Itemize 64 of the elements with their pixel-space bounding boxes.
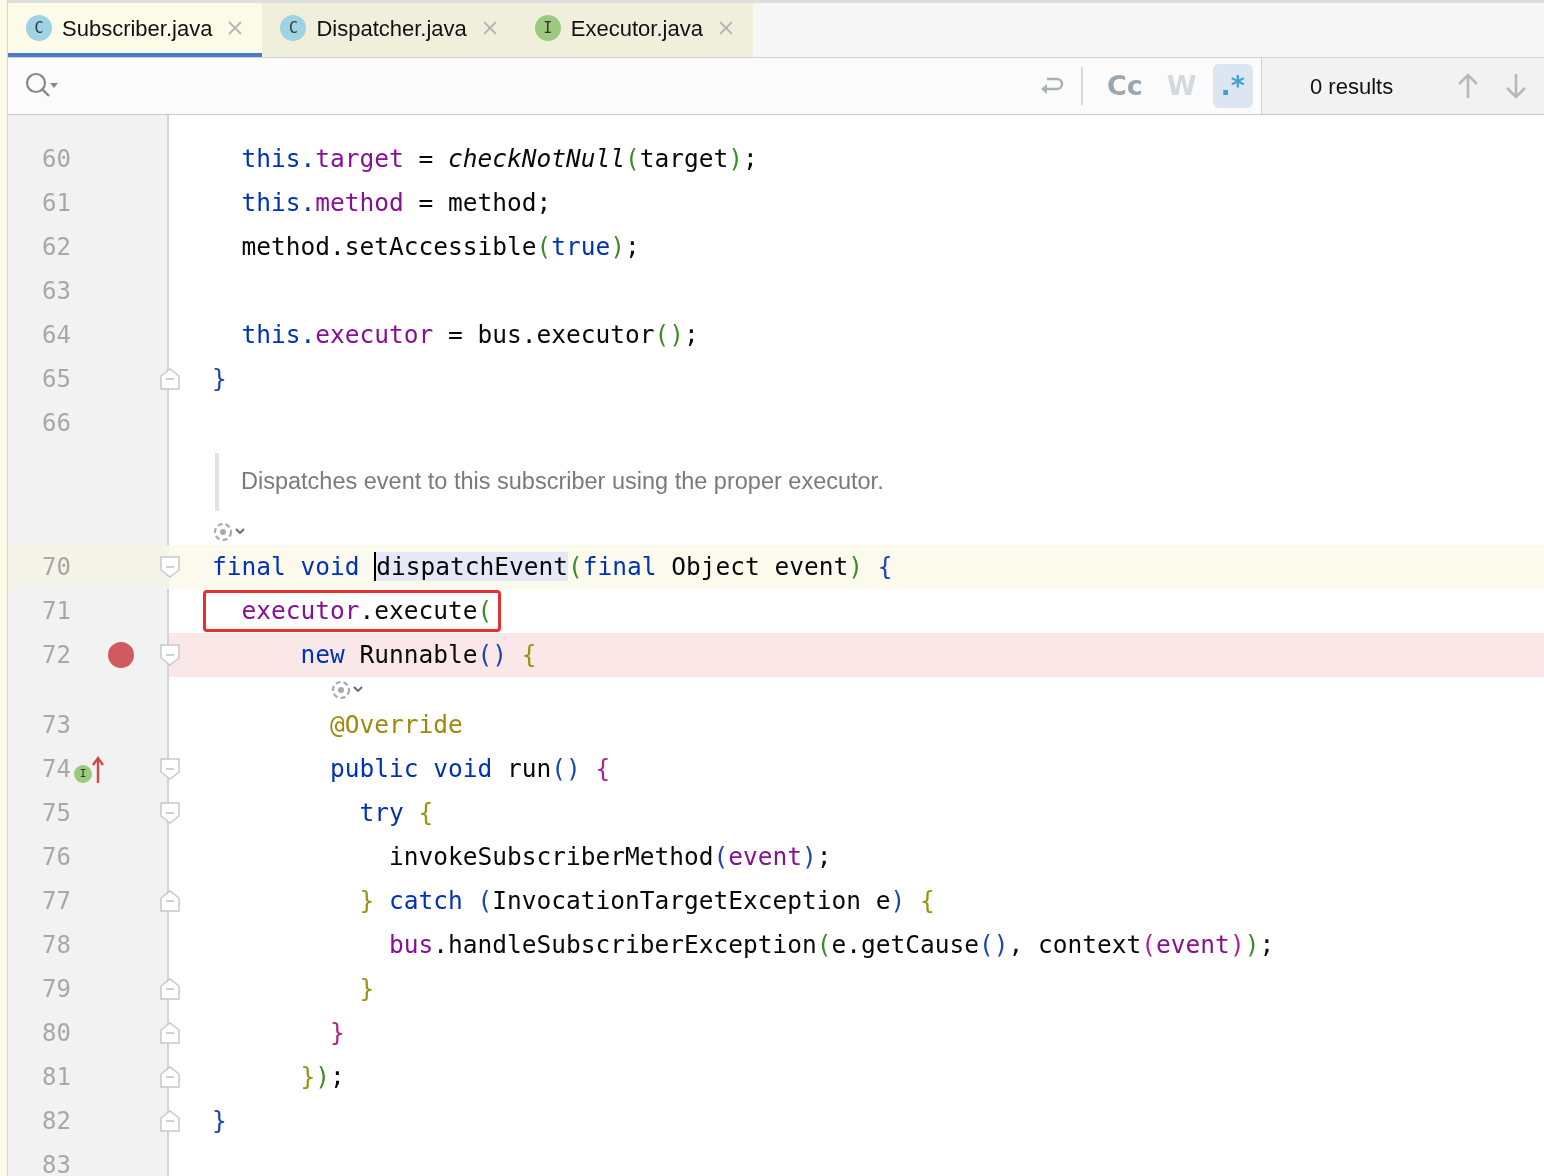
line-number: 83: [42, 1150, 71, 1176]
code-line: this.target = checkNotNull(target);: [240, 142, 758, 175]
code-line: }: [212, 362, 227, 395]
code-line: }: [358, 972, 375, 1005]
line-number: 64: [42, 320, 71, 351]
line-number: 81: [42, 1062, 71, 1093]
fold-marker-icon[interactable]: [160, 758, 180, 780]
fold-marker-icon[interactable]: [160, 890, 180, 912]
line-number: 63: [42, 276, 71, 307]
close-icon[interactable]: [716, 19, 735, 37]
line-number: 62: [42, 232, 71, 263]
editor-tab[interactable]: C Dispatcher.java: [262, 3, 517, 57]
fold-marker-icon[interactable]: [160, 644, 180, 666]
file-type-icon: C: [26, 15, 52, 41]
editor-tab[interactable]: I Executor.java: [516, 3, 753, 57]
code-line: });: [299, 1060, 345, 1093]
file-type-icon: I: [534, 15, 561, 41]
line-number: 70: [42, 552, 71, 583]
line-number: 72: [42, 640, 71, 671]
code-line: invokeSubscriberMethod(event);: [388, 840, 832, 873]
code-line: }: [212, 1104, 227, 1137]
code-line: this.executor = bus.executor();: [240, 318, 699, 351]
arrow-up-icon[interactable]: [1456, 72, 1480, 100]
line-number: 76: [42, 842, 71, 873]
code-line: this.method = method;: [240, 186, 552, 219]
code-line: final void dispatchEvent(final Object event) {: [212, 550, 893, 583]
line-number: 77: [42, 886, 71, 917]
line-number: 61: [42, 188, 71, 219]
fold-marker-icon[interactable]: [160, 1110, 180, 1132]
file-type-icon: C: [280, 15, 307, 41]
line-number: 73: [42, 710, 71, 741]
line-number: 71: [42, 596, 71, 627]
code-line: } catch (InvocationTargetException e) {: [358, 884, 935, 917]
line-number: 75: [42, 798, 71, 829]
results-count: 0 results: [1310, 72, 1394, 101]
close-icon[interactable]: [480, 19, 499, 37]
line-number: 74: [42, 754, 71, 785]
fold-marker-icon[interactable]: [160, 368, 180, 390]
editor-tab[interactable]: C Subscriber.java: [8, 3, 263, 57]
code-line: new Runnable() {: [299, 638, 537, 671]
inlay-settings-icon[interactable]: [212, 520, 246, 544]
code-line: public void run() {: [329, 752, 611, 785]
doc-comment: Dispatches event to this subscriber using the proper executor.: [215, 453, 884, 511]
line-number: 60: [42, 144, 71, 175]
code-line: bus.handleSubscriberException(e.getCause(), context(event));: [388, 928, 1275, 961]
code-line: }: [329, 1016, 345, 1049]
code-line: try {: [358, 796, 434, 829]
fold-marker-icon[interactable]: [160, 802, 180, 824]
line-number: 65: [42, 364, 71, 395]
line-number: 66: [42, 408, 71, 439]
inlay-settings-icon[interactable]: [330, 678, 364, 702]
close-icon[interactable]: [226, 19, 245, 37]
breakpoint-icon[interactable]: [108, 642, 134, 668]
code-line: @Override: [329, 708, 463, 741]
line-number: 80: [42, 1018, 71, 1049]
fold-marker-icon[interactable]: [160, 556, 180, 578]
fold-marker-icon[interactable]: [160, 1022, 180, 1044]
code-line: method.setAccessible(true);: [240, 230, 640, 263]
line-number: 79: [42, 974, 71, 1005]
line-number: 82: [42, 1106, 71, 1137]
line-number: 78: [42, 930, 71, 961]
fold-marker-icon[interactable]: [160, 1066, 180, 1088]
arrow-down-icon[interactable]: [1504, 72, 1528, 100]
fold-marker-icon[interactable]: [160, 978, 180, 1000]
